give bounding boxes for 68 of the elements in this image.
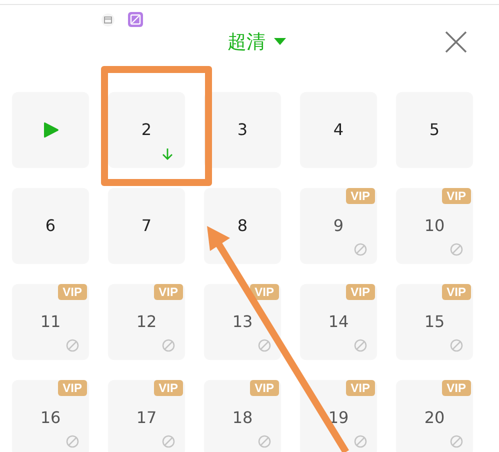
episode-number: 14 — [328, 312, 349, 330]
episode-number: 8 — [237, 216, 248, 234]
blocked-icon — [450, 243, 463, 256]
episode-tile[interactable]: 6 — [12, 188, 89, 264]
episode-tile[interactable]: 18 VIP — [204, 380, 281, 452]
vip-badge: VIP — [346, 188, 375, 204]
episode-tile[interactable]: 12 VIP — [108, 284, 185, 360]
caret-icon — [274, 38, 286, 46]
episode-tile[interactable]: 5 — [396, 92, 473, 168]
episode-number: 4 — [333, 120, 344, 138]
download-icon — [162, 148, 173, 160]
vip-badge: VIP — [154, 380, 183, 396]
blocked-icon — [450, 339, 463, 352]
episode-tile[interactable]: 15 VIP — [396, 284, 473, 360]
play-icon — [42, 121, 58, 139]
blocked-icon — [354, 435, 367, 448]
vip-badge: VIP — [58, 284, 87, 300]
episode-tile[interactable]: 2 — [108, 92, 185, 168]
blocked-icon — [162, 339, 175, 352]
vip-badge: VIP — [442, 380, 471, 396]
episode-number: 9 — [333, 216, 344, 234]
episode-tile[interactable]: 8 — [204, 188, 281, 264]
blocked-icon — [354, 339, 367, 352]
vip-badge: VIP — [250, 380, 279, 396]
blocked-icon — [354, 243, 367, 256]
episode-tile[interactable]: 16 VIP — [12, 380, 89, 452]
blocked-icon — [258, 339, 271, 352]
episode-tile[interactable] — [12, 92, 89, 168]
vip-badge: VIP — [442, 188, 471, 204]
vip-badge: VIP — [154, 284, 183, 300]
episode-number: 11 — [40, 312, 61, 330]
vip-badge: VIP — [346, 284, 375, 300]
vip-badge: VIP — [346, 380, 375, 396]
vip-badge: VIP — [442, 284, 471, 300]
episode-number: 2 — [141, 120, 152, 138]
blocked-icon — [162, 435, 175, 448]
episode-tile[interactable]: 14 VIP — [300, 284, 377, 360]
calendar-icon[interactable] — [101, 12, 115, 26]
episode-number: 12 — [136, 312, 157, 330]
episode-tile[interactable]: 11 VIP — [12, 284, 89, 360]
blocked-icon — [258, 435, 271, 448]
episode-tile[interactable]: 13 VIP — [204, 284, 281, 360]
episode-tile[interactable]: 4 — [300, 92, 377, 168]
image-icon[interactable] — [128, 12, 143, 27]
episode-tile[interactable]: 9 VIP — [300, 188, 377, 264]
episode-number: 6 — [45, 216, 56, 234]
blocked-icon — [450, 435, 463, 448]
episode-number: 3 — [237, 120, 248, 138]
episode-number: 18 — [232, 408, 253, 426]
episode-tile[interactable]: 10 VIP — [396, 188, 473, 264]
vip-badge: VIP — [250, 284, 279, 300]
episode-number: 10 — [424, 216, 445, 234]
episode-number: 5 — [429, 120, 440, 138]
episode-number: 20 — [424, 408, 445, 426]
episode-number: 15 — [424, 312, 445, 330]
blocked-icon — [66, 339, 79, 352]
episode-tile[interactable]: 17 VIP — [108, 380, 185, 452]
episode-number: 19 — [328, 408, 349, 426]
vip-badge: VIP — [58, 380, 87, 396]
episode-tile[interactable]: 3 — [204, 92, 281, 168]
close-icon[interactable] — [445, 31, 467, 53]
episode-number: 7 — [141, 216, 152, 234]
episode-number: 13 — [232, 312, 253, 330]
episode-tile[interactable]: 7 — [108, 188, 185, 264]
episode-tile[interactable]: 20 VIP — [396, 380, 473, 452]
episode-number: 17 — [136, 408, 157, 426]
blocked-icon — [66, 435, 79, 448]
episode-number: 16 — [40, 408, 61, 426]
